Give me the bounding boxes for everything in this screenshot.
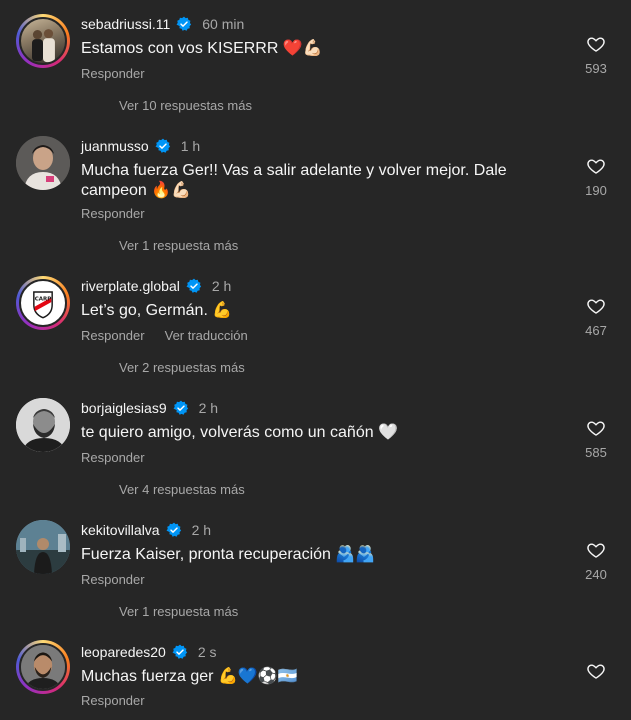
comment-text: Fuerza Kaiser, pronta recuperación 🫂🫂 <box>81 546 376 563</box>
view-replies-link[interactable]: Ver 10 respuestas más <box>119 98 252 113</box>
comment-actions: Responder <box>81 572 145 587</box>
translate-button[interactable]: Ver traducción <box>165 328 248 343</box>
like-control: 585 <box>580 418 612 460</box>
reply-button[interactable]: Responder <box>81 66 145 81</box>
comment-header: juanmusso 1 h <box>81 137 200 155</box>
heart-icon[interactable] <box>586 156 606 176</box>
heart-icon[interactable] <box>586 661 606 681</box>
like-control: 240 <box>580 540 612 582</box>
comment-text: Mucha fuerza Ger!! Vas a salir adelante … <box>81 162 507 199</box>
comment-actions: Responder <box>81 450 145 465</box>
reply-button[interactable]: Responder <box>81 572 145 587</box>
comment-actions: Responder <box>81 206 145 221</box>
username[interactable]: riverplate.global <box>81 277 180 295</box>
view-replies-link[interactable]: Ver 1 respuesta más <box>119 238 238 253</box>
comment-text: te quiero amigo, volverás como un cañón … <box>81 424 398 441</box>
heart-icon[interactable] <box>586 296 606 316</box>
comment-time: 60 min <box>202 16 245 32</box>
view-replies-link[interactable]: Ver 4 respuestas más <box>119 482 245 497</box>
username[interactable]: sebadriussi.11 <box>81 15 170 33</box>
avatar[interactable] <box>16 398 70 452</box>
verified-badge-icon <box>173 400 188 415</box>
username[interactable]: kekitovillalva <box>81 521 160 539</box>
comment-header: sebadriussi.11 60 min <box>81 15 244 33</box>
comment-header: leoparedes20 2 s <box>81 643 217 661</box>
username[interactable]: leoparedes20 <box>81 643 166 661</box>
verified-badge-icon <box>186 278 201 293</box>
view-replies-link[interactable]: Ver 1 respuesta más <box>119 604 238 619</box>
river-plate-crest-icon: CARP <box>33 291 53 319</box>
like-count: 240 <box>585 567 607 582</box>
comment-header: riverplate.global 2 h <box>81 277 231 295</box>
verified-badge-icon <box>172 644 187 659</box>
like-count: 467 <box>585 323 607 338</box>
heart-icon[interactable] <box>586 540 606 560</box>
reply-button[interactable]: Responder <box>81 206 145 221</box>
avatar[interactable] <box>16 14 70 68</box>
avatar[interactable] <box>16 136 70 190</box>
avatar[interactable]: CARP <box>16 276 70 330</box>
comment-actions: Responder Ver traducción <box>81 328 248 343</box>
like-count: 593 <box>585 61 607 76</box>
like-count: 190 <box>585 183 607 198</box>
username[interactable]: borjaiglesias9 <box>81 399 167 417</box>
verified-badge-icon <box>176 16 192 31</box>
svg-text:CARP: CARP <box>35 296 52 302</box>
like-control <box>580 661 612 681</box>
view-replies-link[interactable]: Ver 2 respuestas más <box>119 360 245 375</box>
reply-button[interactable]: Responder <box>81 450 145 465</box>
comment-actions: Responder <box>81 693 145 708</box>
comment-text: Estamos con vos KISERRR ❤️💪🏻 <box>81 40 323 57</box>
username[interactable]: juanmusso <box>81 137 149 155</box>
comment-time: 2 h <box>211 278 232 294</box>
heart-icon[interactable] <box>586 418 606 438</box>
comment-actions: Responder <box>81 66 145 81</box>
heart-icon[interactable] <box>586 34 606 54</box>
avatar[interactable] <box>16 640 70 694</box>
reply-button[interactable]: Responder <box>81 328 145 343</box>
comment-header: borjaiglesias9 2 h <box>81 399 218 417</box>
reply-button[interactable]: Responder <box>81 693 145 708</box>
comment-time: 2 h <box>191 522 212 538</box>
verified-badge-icon <box>155 138 170 153</box>
comment-text: Muchas fuerza ger 💪💙⚽🇦🇷 <box>81 668 298 685</box>
comment-text: Let’s go, Germán. 💪 <box>81 302 233 319</box>
comment-time: 2 h <box>198 400 219 416</box>
comment-time: 2 s <box>197 644 217 660</box>
like-count: 585 <box>585 445 607 460</box>
verified-badge-icon <box>166 522 181 537</box>
comment-time: 1 h <box>180 138 201 154</box>
avatar[interactable] <box>16 520 70 574</box>
comment-header: kekitovillalva 2 h <box>81 521 211 539</box>
like-control: 467 <box>580 296 612 338</box>
like-control: 593 <box>580 34 612 76</box>
like-control: 190 <box>580 156 612 198</box>
